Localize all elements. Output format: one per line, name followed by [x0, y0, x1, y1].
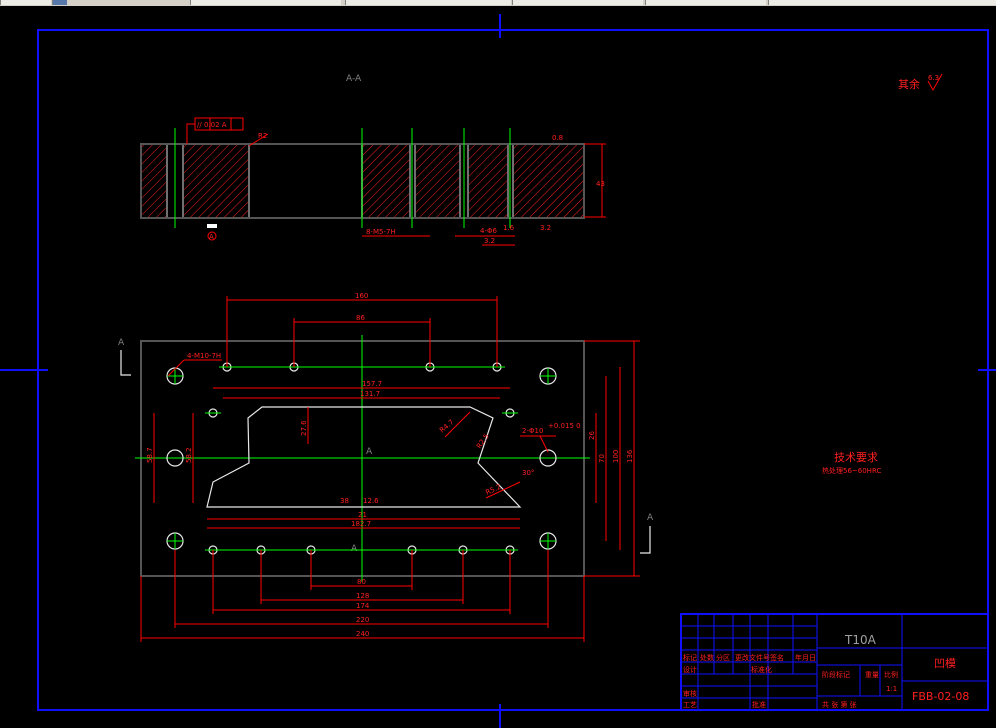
svg-text:4-M10-7H: 4-M10-7H — [187, 352, 221, 360]
thread-callout: 8-M5-7H — [362, 228, 430, 237]
svg-text:R4.7: R4.7 — [438, 418, 455, 434]
section-label: A-A — [346, 74, 362, 84]
svg-text:1:1: 1:1 — [886, 685, 897, 693]
svg-text:80: 80 — [357, 578, 366, 586]
svg-text:更改文件号: 更改文件号 — [735, 653, 770, 662]
svg-text:A: A — [647, 513, 654, 523]
svg-text:43: 43 — [596, 180, 605, 188]
svg-text:分区: 分区 — [716, 653, 730, 662]
svg-text:182.7: 182.7 — [351, 520, 371, 528]
title-block[interactable]: T10A 凹模 FBB-02-08 标记 处数 分区 更改文件号 签名 年月日 … — [680, 613, 989, 711]
datum-symbol: A — [207, 224, 217, 241]
svg-text:12.6: 12.6 — [363, 497, 379, 505]
svg-text:设计: 设计 — [683, 665, 697, 674]
svg-text:157.7: 157.7 — [362, 380, 382, 388]
svg-text:6.3: 6.3 — [928, 74, 939, 82]
hole-callout-right: 2-Φ10 +0.015 0 30° — [520, 422, 581, 477]
svg-text:// 0.02 A: // 0.02 A — [197, 121, 227, 129]
technical-requirements: 技术要求 热处理56~60HRC — [822, 451, 881, 475]
svg-text:21: 21 — [358, 511, 367, 519]
right-vertical-dimensions: 26 70 100 136 — [584, 340, 640, 577]
svg-text:8-M5-7H: 8-M5-7H — [366, 228, 396, 236]
svg-text:136: 136 — [626, 449, 634, 463]
svg-text:86: 86 — [356, 314, 365, 322]
svg-text:3.2: 3.2 — [484, 237, 495, 245]
svg-text:技术要求: 技术要求 — [834, 451, 878, 464]
svg-text:174: 174 — [356, 602, 370, 610]
svg-text:标准化: 标准化 — [751, 665, 772, 674]
plan-view[interactable]: A A A A 4-M10-7H 2-Φ10 +0.015 0 30° R4.7… — [118, 292, 654, 642]
drawing-number: FBB-02-08 — [912, 690, 969, 703]
tolerance-frame: // 0.02 A — [186, 117, 244, 144]
svg-text:其余: 其余 — [898, 77, 920, 91]
svg-text:阶段标记: 阶段标记 — [822, 670, 850, 679]
part-name: 凹模 — [934, 657, 956, 670]
svg-text:70: 70 — [598, 454, 606, 463]
material: T10A — [844, 633, 877, 647]
svg-text:131.7: 131.7 — [360, 390, 380, 398]
svg-text:重量: 重量 — [865, 671, 879, 679]
svg-text:27.6: 27.6 — [300, 420, 308, 436]
svg-text:4-Φ6: 4-Φ6 — [480, 227, 497, 235]
left-marker: A — [118, 338, 131, 376]
center-marker: A — [366, 447, 373, 457]
svg-text:A: A — [209, 233, 214, 241]
svg-text:30°: 30° — [522, 469, 534, 477]
section-view[interactable]: // 0.02 A R2 A 8-M5-7H 4-Φ6 3.2 1.6 3.2 … — [140, 117, 606, 246]
svg-text:160: 160 — [355, 292, 368, 300]
svg-text:2-Φ10: 2-Φ10 — [522, 427, 543, 435]
hole-callout-left: 4-M10-7H — [167, 352, 222, 377]
svg-text:+0.015 0: +0.015 0 — [548, 422, 581, 430]
svg-text:38: 38 — [340, 497, 349, 505]
drawing-canvas[interactable]: A-A 其余 6.3 // 0.02 A R2 A 8-M5-7H 4-Φ6 3… — [0, 0, 996, 728]
svg-text:签名: 签名 — [770, 653, 784, 662]
svg-text:240: 240 — [356, 630, 369, 638]
right-marker: A — [640, 513, 654, 554]
svg-text:年月日: 年月日 — [795, 653, 816, 662]
roughness-tag: 3.2 — [540, 224, 551, 232]
svg-text:R2.5: R2.5 — [475, 432, 491, 450]
svg-text:A: A — [118, 338, 125, 348]
svg-text:审核: 审核 — [683, 689, 697, 698]
svg-text:标记: 标记 — [683, 653, 697, 662]
surface-roughness-note: 其余 6.3 — [898, 73, 943, 92]
svg-text:共 张 第 张: 共 张 第 张 — [822, 700, 857, 709]
opening-dimensions: 157.7 131.7 21 182.7 38 12.6 27.6 — [207, 380, 520, 529]
svg-text:比例: 比例 — [884, 670, 898, 679]
die-opening[interactable] — [206, 406, 522, 508]
svg-text:58.7: 58.7 — [146, 447, 154, 463]
svg-text:26: 26 — [588, 431, 596, 440]
svg-text:220: 220 — [356, 616, 369, 624]
radius-note: R2 — [258, 132, 267, 140]
svg-text:1.6: 1.6 — [503, 224, 515, 232]
svg-text:批准: 批准 — [752, 700, 766, 709]
roughness-tag: 0.8 — [552, 134, 563, 142]
svg-text:100: 100 — [612, 450, 620, 463]
radius-callouts: R4.7 R2.5 R5.2 — [438, 411, 521, 499]
center-marker-lower: A — [351, 544, 358, 554]
svg-text:处数: 处数 — [700, 653, 714, 662]
svg-text:58.2: 58.2 — [185, 447, 193, 463]
height-dimension: 43 — [584, 143, 606, 218]
svg-text:工艺: 工艺 — [683, 701, 697, 709]
svg-text:热处理56~60HRC: 热处理56~60HRC — [822, 466, 881, 475]
svg-text:128: 128 — [356, 592, 369, 600]
